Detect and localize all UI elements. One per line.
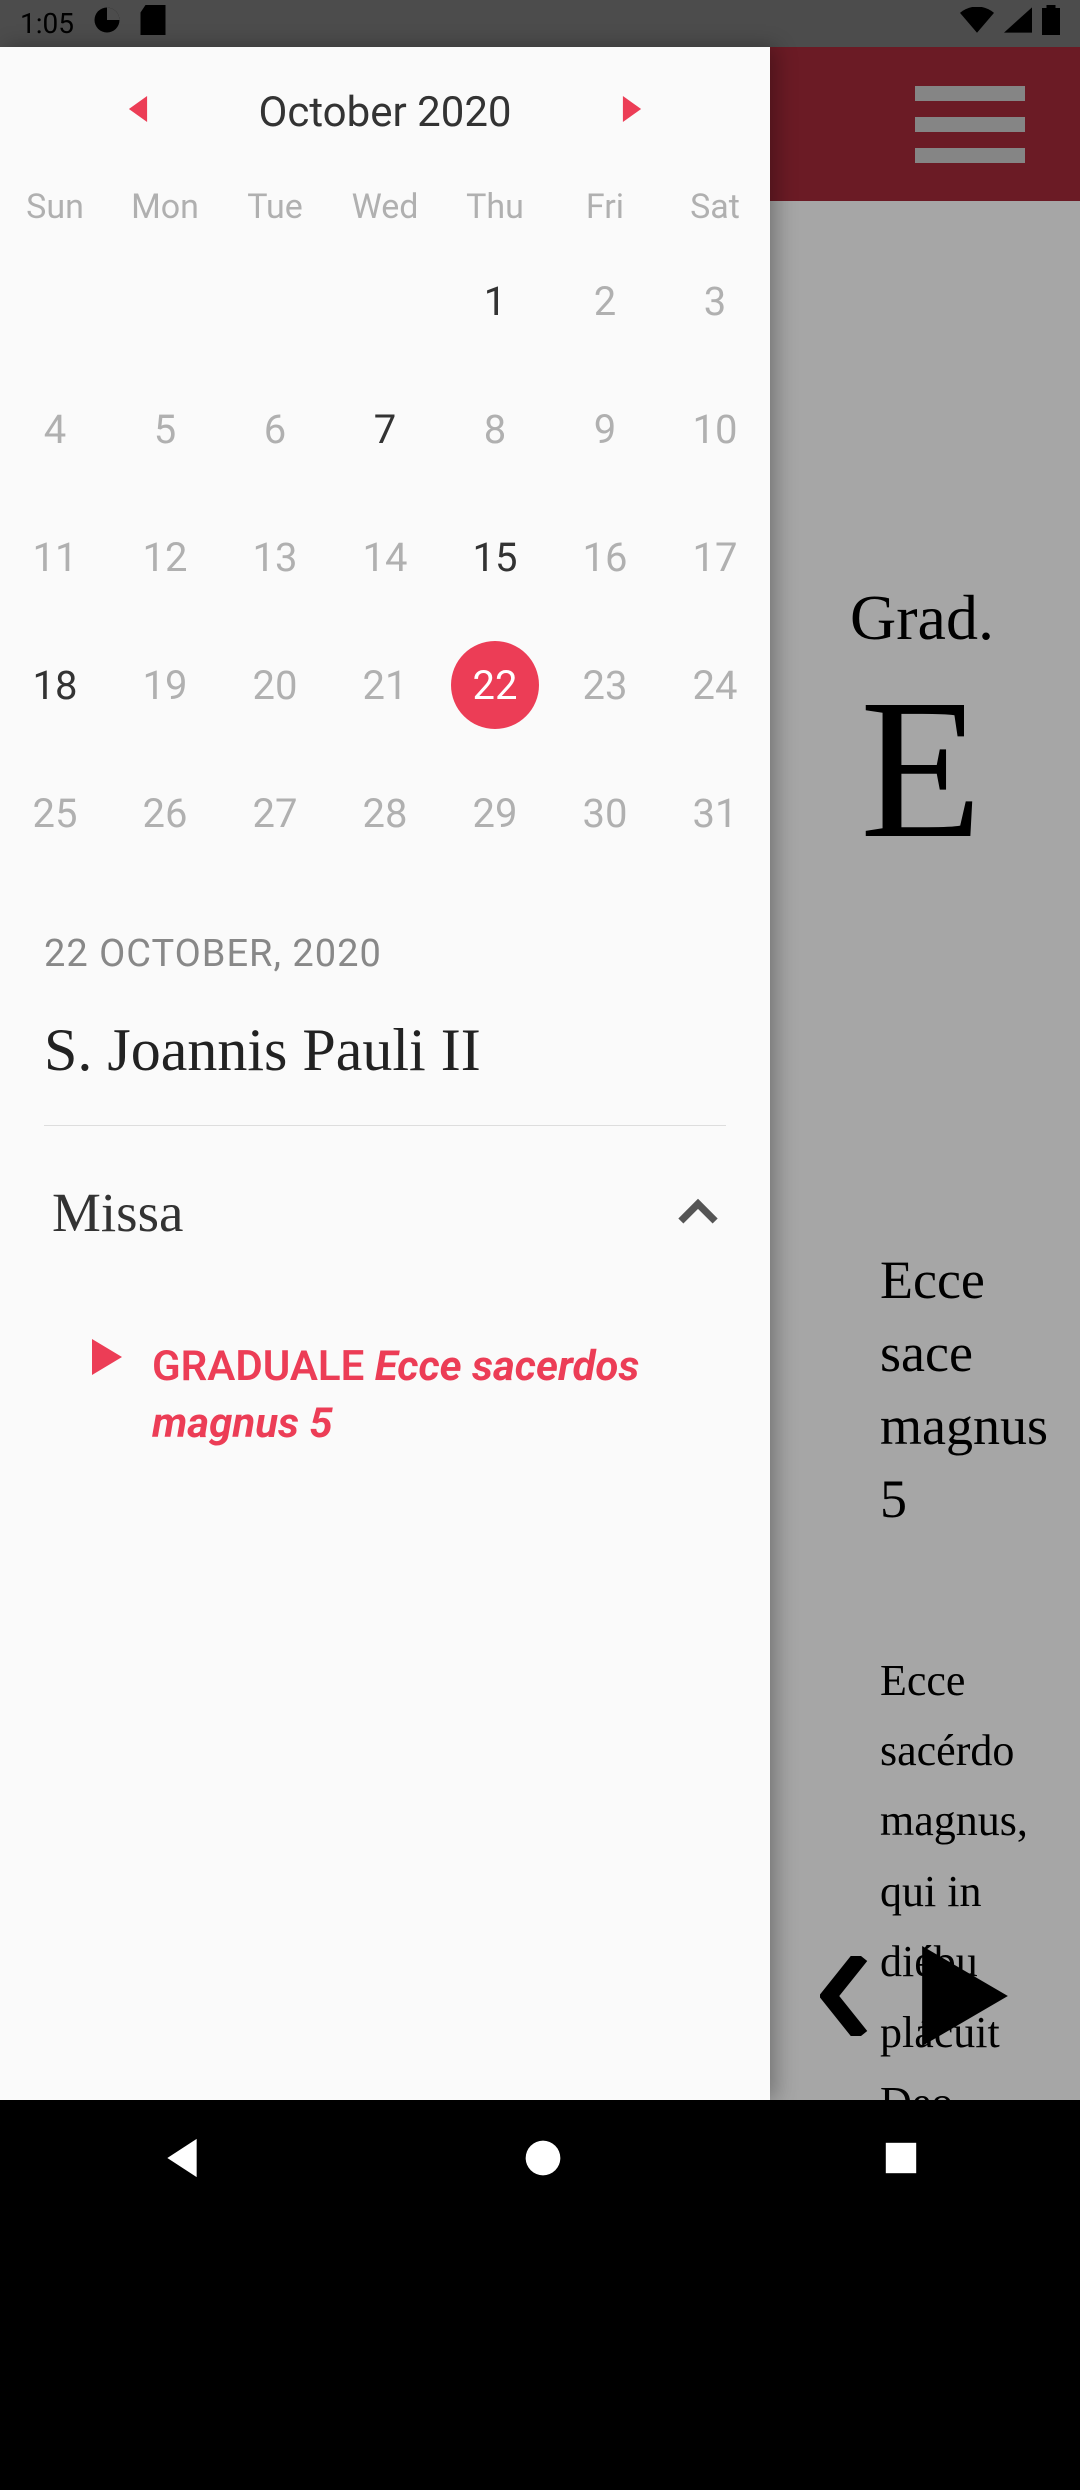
calendar-day[interactable]: 31 (660, 749, 770, 877)
calendar-day[interactable]: 14 (330, 493, 440, 621)
calendar-day[interactable]: 29 (440, 749, 550, 877)
hamburger-menu-icon[interactable] (915, 47, 1025, 201)
play-triangle-icon (92, 1339, 122, 1379)
weekday-label: Tue (220, 177, 330, 237)
calendar-grid: 1234567891011121314151617181920212223242… (0, 237, 770, 877)
android-nav-bar (0, 2100, 1080, 2220)
weekday-label: Sat (660, 177, 770, 237)
calendar-day[interactable]: 18 (0, 621, 110, 749)
nav-back-button[interactable] (160, 2136, 204, 2184)
calendar-day[interactable]: 2 (550, 237, 660, 365)
status-time: 1:05 (20, 7, 74, 40)
bg-grad-label: Grad. (850, 581, 1080, 655)
sd-card-icon (140, 5, 166, 42)
graduale-item[interactable]: GRADUALE Ecce sacerdos magnus 5 (0, 1299, 770, 1452)
bg-chant-title: Ecce sacemagnus 5 (880, 1244, 1080, 1536)
weekday-label: Sun (0, 177, 110, 237)
weekday-row: Sun Mon Tue Wed Thu Fri Sat (0, 177, 770, 237)
prev-track-icon[interactable] (820, 1956, 870, 2040)
feast-title: S. Joannis Pauli II (0, 991, 770, 1125)
calendar-day[interactable]: 19 (110, 621, 220, 749)
section-label: Missa (52, 1181, 183, 1244)
calendar-day[interactable]: 5 (110, 365, 220, 493)
weekday-label: Thu (440, 177, 550, 237)
calendar-day (110, 237, 220, 365)
play-icon[interactable] (920, 1946, 1010, 2050)
calendar-day[interactable]: 20 (220, 621, 330, 749)
calendar-day[interactable]: 8 (440, 365, 550, 493)
selected-date-label: 22 OCTOBER, 2020 (0, 877, 770, 991)
calendar-header: October 2020 (0, 47, 770, 177)
cell-signal-icon (1004, 7, 1032, 40)
calendar-day[interactable]: 25 (0, 749, 110, 877)
next-month-button[interactable] (622, 95, 642, 130)
nav-home-button[interactable] (523, 2138, 563, 2182)
chevron-up-icon (678, 1198, 718, 1228)
wifi-icon (960, 7, 994, 40)
calendar-day[interactable]: 28 (330, 749, 440, 877)
weekday-label: Fri (550, 177, 660, 237)
nav-recent-button[interactable] (882, 2139, 920, 2181)
calendar-day[interactable]: 7 (330, 365, 440, 493)
calendar-day (330, 237, 440, 365)
calendar-day (220, 237, 330, 365)
status-app-icon (92, 5, 122, 42)
status-bar: 1:05 (0, 0, 1080, 47)
calendar-day[interactable]: 23 (550, 621, 660, 749)
calendar-day[interactable]: 30 (550, 749, 660, 877)
month-year-label: October 2020 (258, 88, 511, 137)
calendar-day[interactable]: 26 (110, 749, 220, 877)
calendar-day[interactable]: 3 (660, 237, 770, 365)
calendar-drawer: October 2020 Sun Mon Tue Wed Thu Fri Sat… (0, 47, 770, 2100)
calendar-day[interactable]: 10 (660, 365, 770, 493)
weekday-label: Mon (110, 177, 220, 237)
section-missa[interactable]: Missa (0, 1126, 770, 1299)
calendar-day[interactable]: 24 (660, 621, 770, 749)
calendar-day[interactable]: 1 (440, 237, 550, 365)
calendar-day[interactable]: 13 (220, 493, 330, 621)
calendar-day[interactable]: 9 (550, 365, 660, 493)
calendar-day (0, 237, 110, 365)
weekday-label: Wed (330, 177, 440, 237)
calendar-day[interactable]: 15 (440, 493, 550, 621)
calendar-day[interactable]: 17 (660, 493, 770, 621)
bg-chant-text: Ecce sacérdo magnus, qui in diébu plácui… (880, 1646, 1080, 2490)
calendar-day[interactable]: 6 (220, 365, 330, 493)
calendar-day[interactable]: 27 (220, 749, 330, 877)
calendar-day[interactable]: 22 (440, 621, 550, 749)
calendar-day[interactable]: 4 (0, 365, 110, 493)
calendar-day[interactable]: 11 (0, 493, 110, 621)
calendar-day[interactable]: 21 (330, 621, 440, 749)
bg-grad-letter: E (860, 655, 1080, 884)
prev-month-button[interactable] (128, 95, 148, 130)
calendar-day[interactable]: 16 (550, 493, 660, 621)
battery-icon (1042, 5, 1060, 42)
calendar-day[interactable]: 12 (110, 493, 220, 621)
graduale-label: GRADUALE Ecce sacerdos magnus 5 (152, 1339, 718, 1452)
